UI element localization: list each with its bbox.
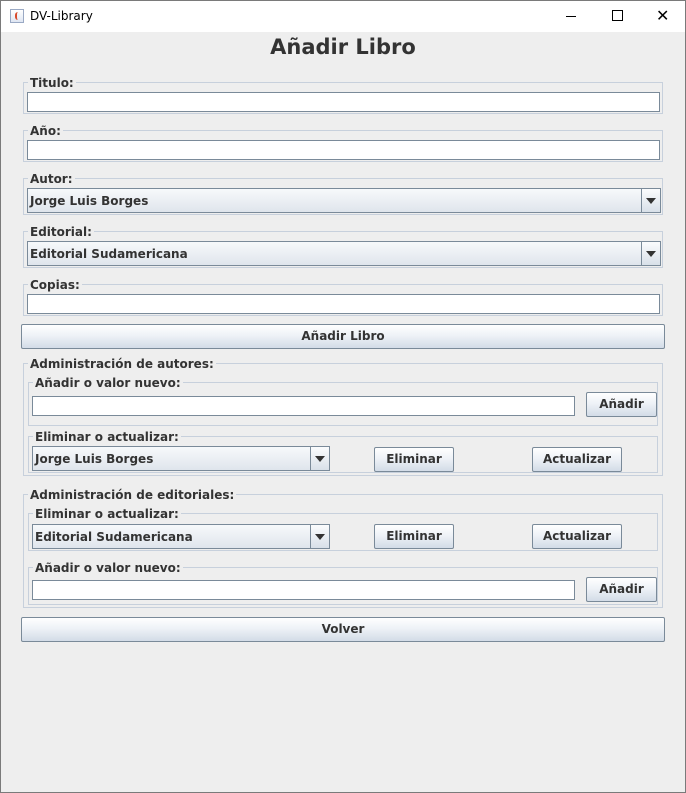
autor-group: Autor: Jorge Luis Borges (23, 172, 663, 215)
page-title: Añadir Libro (270, 35, 416, 59)
minimize-button[interactable] (548, 1, 594, 32)
author-edit-selected-value: Jorge Luis Borges (35, 452, 154, 466)
copias-group: Copias: (23, 278, 663, 316)
close-button[interactable]: ✕ (639, 1, 685, 32)
window-title: DV-Library (30, 9, 93, 23)
titulo-field[interactable] (27, 92, 660, 112)
autores-add-group: Añadir o valor nuevo: Añadir (28, 376, 658, 426)
autores-edit-group: Eliminar o actualizar: Jorge Luis Borges… (28, 430, 658, 473)
maximize-icon (612, 10, 623, 21)
titulo-label: Titulo: (28, 76, 76, 90)
editoriales-add-title: Añadir o valor nuevo: (33, 561, 183, 575)
autores-admin-title: Administración de autores: (28, 357, 216, 371)
autores-edit-title: Eliminar o actualizar: (33, 430, 181, 444)
update-author-button[interactable]: Actualizar (532, 447, 622, 472)
editorial-new-value-input[interactable] (32, 580, 575, 600)
maximize-button[interactable] (594, 1, 640, 32)
author-edit-select[interactable]: Jorge Luis Borges (32, 446, 330, 471)
add-author-button[interactable]: Añadir (586, 392, 657, 417)
editorial-label: Editorial: (28, 225, 94, 239)
add-editorial-button[interactable]: Añadir (586, 577, 657, 602)
editorial-selected-value: Editorial Sudamericana (30, 247, 188, 261)
copias-label: Copias: (28, 278, 82, 292)
editorial-edit-select[interactable]: Editorial Sudamericana (32, 524, 330, 549)
anio-group: Año: (23, 124, 663, 162)
update-editorial-button[interactable]: Actualizar (532, 524, 622, 549)
autores-admin-group: Administración de autores: Añadir o valo… (23, 357, 663, 476)
autores-add-title: Añadir o valor nuevo: (33, 376, 183, 390)
add-book-button[interactable]: Añadir Libro (21, 324, 665, 349)
copias-field[interactable] (27, 294, 660, 314)
editoriales-admin-title: Administración de editoriales: (28, 488, 237, 502)
anio-field[interactable] (27, 140, 660, 160)
delete-author-button[interactable]: Eliminar (374, 447, 454, 472)
close-icon: ✕ (656, 6, 670, 25)
chevron-down-icon[interactable] (641, 242, 660, 265)
chevron-down-icon[interactable] (310, 447, 329, 470)
back-button[interactable]: Volver (21, 617, 665, 642)
titulo-group: Titulo: (23, 76, 663, 114)
editorial-group: Editorial: Editorial Sudamericana (23, 225, 663, 268)
editorial-edit-selected-value: Editorial Sudamericana (35, 530, 193, 544)
editoriales-edit-group: Eliminar o actualizar: Editorial Sudamer… (28, 507, 658, 551)
title-bar: DV-Library ✕ (1, 1, 685, 32)
editorial-select[interactable]: Editorial Sudamericana (27, 241, 661, 266)
anio-label: Año: (28, 124, 63, 138)
minimize-icon (566, 16, 576, 17)
editoriales-admin-group: Administración de editoriales: Eliminar … (23, 488, 663, 608)
app-window: DV-Library ✕ Añadir Libro Titulo: Año: A… (0, 0, 686, 793)
editoriales-edit-title: Eliminar o actualizar: (33, 507, 181, 521)
autor-label: Autor: (28, 172, 75, 186)
autor-selected-value: Jorge Luis Borges (30, 194, 149, 208)
autor-select[interactable]: Jorge Luis Borges (27, 188, 661, 213)
autor-new-value-input[interactable] (32, 396, 575, 416)
delete-editorial-button[interactable]: Eliminar (374, 524, 454, 549)
chevron-down-icon[interactable] (641, 189, 660, 212)
editoriales-add-group: Añadir o valor nuevo: Añadir (28, 561, 658, 605)
java-app-icon (10, 9, 24, 23)
chevron-down-icon[interactable] (310, 525, 329, 548)
